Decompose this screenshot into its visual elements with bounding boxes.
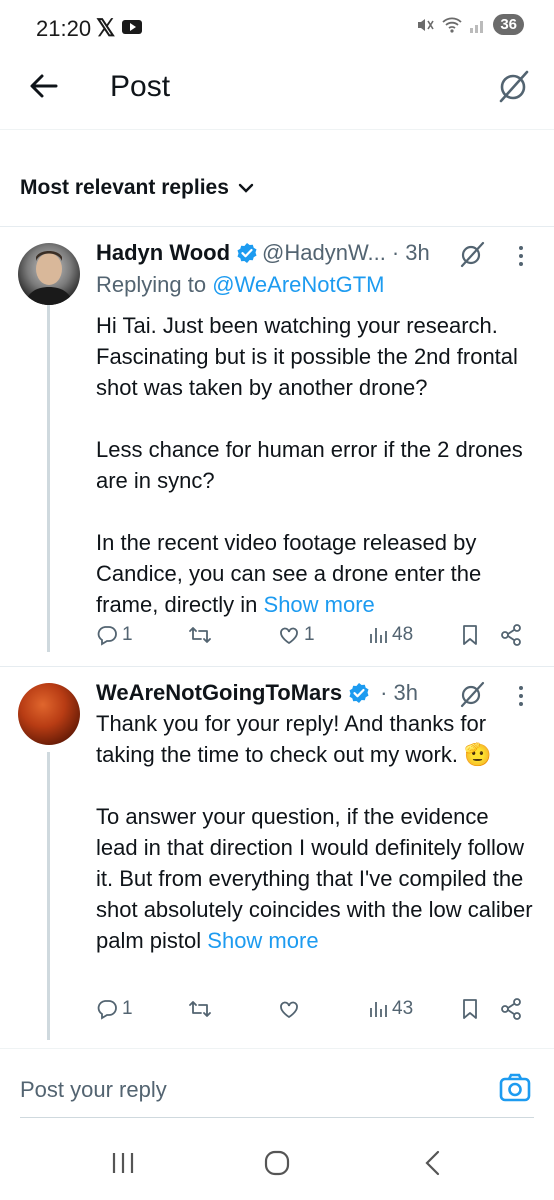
- share-icon: [501, 998, 521, 1020]
- action-bar: 1 43: [96, 998, 536, 1028]
- post-time[interactable]: · 3h: [380, 680, 418, 706]
- reply-composer: Post your reply: [0, 1048, 554, 1126]
- views-count: 48: [392, 624, 414, 645]
- grok-icon: [499, 70, 529, 103]
- show-more-link[interactable]: Show more: [264, 592, 375, 617]
- page-title: Post: [110, 70, 171, 103]
- views-count: 43: [392, 998, 414, 1019]
- views-button[interactable]: 48: [368, 624, 413, 646]
- author-name[interactable]: WeAreNotGoingToMars: [96, 680, 342, 706]
- replying-to-link[interactable]: @WeAreNotGTM: [212, 272, 384, 297]
- home-icon[interactable]: [262, 1148, 292, 1178]
- like-icon: [280, 627, 298, 645]
- status-time: 21:20: [36, 16, 92, 41]
- battery-level: 36: [493, 14, 524, 35]
- previous-post-actions-partial: [0, 120, 554, 130]
- reply-paragraph: In the recent video footage released by …: [96, 527, 536, 620]
- bookmark-button[interactable]: [460, 998, 480, 1020]
- chevron-down-icon: [238, 183, 254, 193]
- verified-badge-icon: [236, 242, 258, 264]
- views-icon: [370, 628, 387, 643]
- divider: [0, 226, 554, 227]
- back-button[interactable]: [28, 70, 60, 102]
- status-bar: 21:20 𝕏 36: [0, 0, 554, 56]
- grok-button[interactable]: [496, 68, 532, 104]
- camera-icon: [499, 1073, 531, 1102]
- reply-button[interactable]: 1: [96, 998, 133, 1020]
- signal-icon: [470, 20, 484, 33]
- like-count: 1: [304, 624, 315, 645]
- reply-icon: [97, 626, 117, 646]
- replying-to: Replying to @WeAreNotGTM: [96, 272, 385, 298]
- mute-icon: [418, 18, 434, 31]
- repost-button[interactable]: [188, 624, 216, 646]
- share-icon: [501, 624, 521, 646]
- share-button[interactable]: [500, 624, 522, 646]
- reply-sort-dropdown[interactable]: Most relevant replies: [20, 176, 255, 200]
- reply-text: Thank you for your reply! And thanks for…: [96, 708, 536, 956]
- system-nav-bar: [0, 1126, 554, 1200]
- recent-apps-icon[interactable]: [108, 1148, 138, 1178]
- views-icon: [370, 1002, 387, 1017]
- thread-line: [47, 304, 50, 652]
- reply-paragraph: To answer your question, if the evidence…: [96, 801, 536, 956]
- like-button[interactable]: [278, 998, 304, 1020]
- grok-icon[interactable]: [458, 680, 486, 708]
- more-icon[interactable]: [516, 684, 526, 708]
- show-more-link[interactable]: Show more: [207, 928, 318, 953]
- more-icon[interactable]: [516, 244, 526, 268]
- verified-badge-icon: [348, 682, 370, 704]
- repost-button[interactable]: [188, 998, 216, 1020]
- share-button[interactable]: [500, 998, 522, 1020]
- like-icon: [280, 1001, 298, 1019]
- reply-count: 1: [122, 624, 133, 645]
- like-button[interactable]: 1: [278, 624, 315, 646]
- status-icons: 36: [415, 14, 524, 35]
- youtube-icon: [122, 20, 142, 34]
- bookmark-icon: [463, 625, 477, 645]
- reply-paragraph: Thank you for your reply! And thanks for…: [96, 711, 492, 767]
- x-app-icon: 𝕏: [96, 15, 116, 42]
- reply-text: Hi Tai. Just been watching your research…: [96, 310, 536, 620]
- post-time[interactable]: · 3h: [392, 240, 430, 266]
- avatar[interactable]: [18, 683, 80, 745]
- bookmark-button[interactable]: [460, 624, 480, 646]
- reply-button[interactable]: 1: [96, 624, 133, 646]
- avatar[interactable]: [18, 243, 80, 305]
- views-button[interactable]: 43: [368, 998, 413, 1020]
- camera-button[interactable]: [498, 1071, 532, 1105]
- reply-icon: [97, 1000, 117, 1020]
- author-name[interactable]: Hadyn Wood: [96, 240, 230, 266]
- reply-paragraph: Less chance for human error if the 2 dro…: [96, 437, 523, 493]
- back-arrow-icon: [30, 74, 58, 98]
- thread-line: [47, 752, 50, 1040]
- reply-paragraph: Hi Tai. Just been watching your research…: [96, 313, 518, 400]
- reply-count: 1: [122, 998, 133, 1019]
- action-bar: 1 1 48: [96, 624, 536, 654]
- avatar-photo: [24, 251, 74, 305]
- divider: [0, 666, 554, 667]
- bookmark-icon: [463, 999, 477, 1019]
- divider: [20, 1117, 534, 1118]
- reply-header: WeAreNotGoingToMars · 3h: [96, 680, 418, 706]
- reply-input[interactable]: Post your reply: [20, 1077, 167, 1103]
- repost-icon: [189, 1001, 211, 1017]
- replying-to-prefix: Replying to: [96, 272, 207, 297]
- top-app-bar: Post: [0, 56, 554, 120]
- wifi-icon: [442, 17, 462, 33]
- reply-header: Hadyn Wood @HadynW... · 3h: [96, 240, 430, 266]
- reply-sort-label: Most relevant replies: [20, 176, 229, 199]
- author-handle[interactable]: @HadynW...: [262, 240, 386, 266]
- grok-icon[interactable]: [458, 240, 486, 268]
- repost-icon: [189, 627, 211, 643]
- back-nav-icon[interactable]: [418, 1148, 448, 1178]
